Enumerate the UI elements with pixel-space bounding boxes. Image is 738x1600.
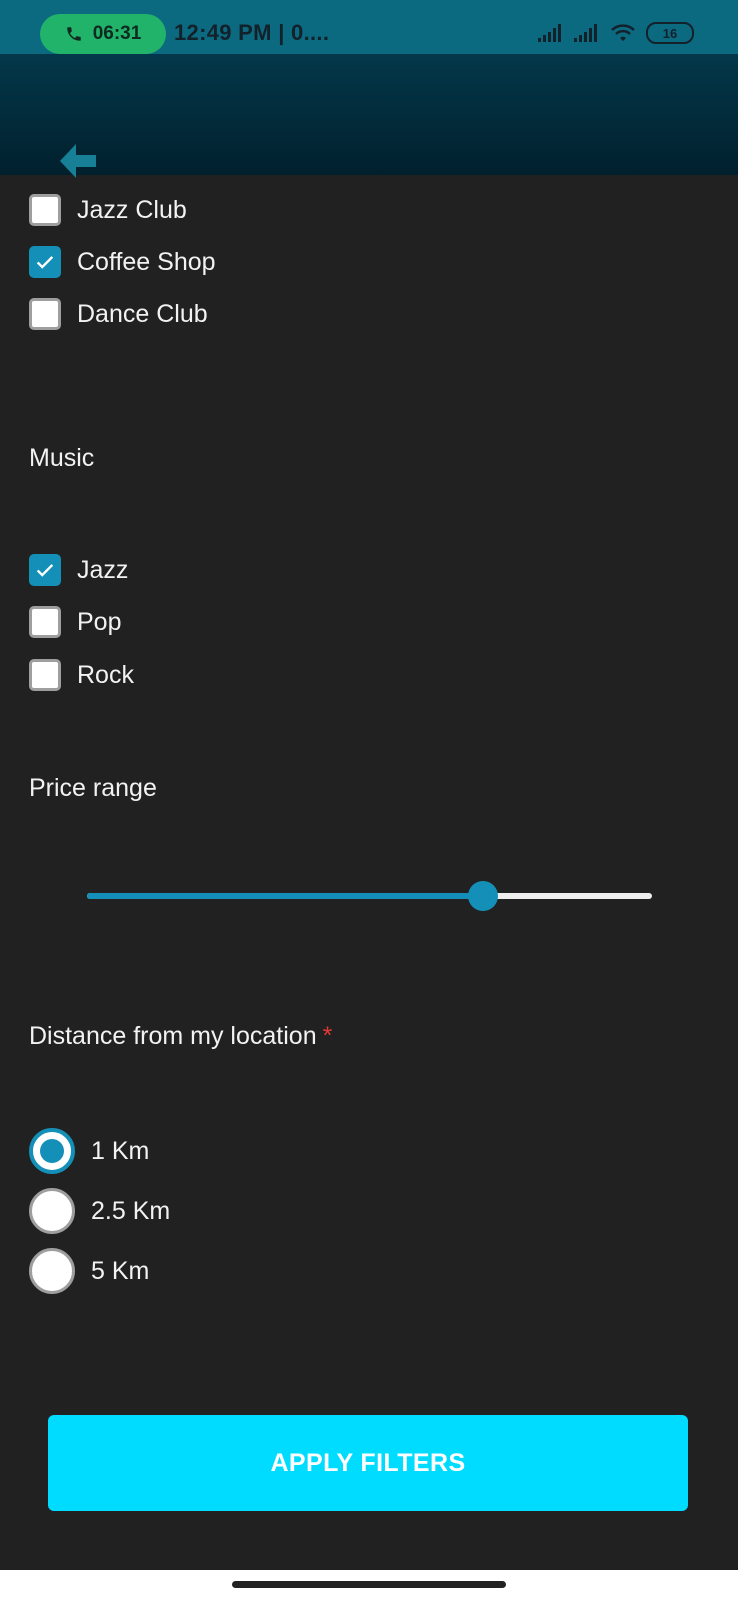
price-range-heading: Price range (29, 774, 157, 802)
checkbox-label: Jazz (77, 555, 129, 584)
checkbox-label: Dance Club (77, 299, 208, 328)
distance-heading-text: Distance from my location (29, 1022, 317, 1050)
checkbox-label: Coffee Shop (77, 247, 216, 276)
checkbox[interactable] (29, 246, 61, 278)
status-icons: 16 (538, 22, 694, 44)
signal-icon (538, 24, 561, 42)
check-icon (36, 256, 54, 269)
radio-label: 2.5 Km (91, 1196, 171, 1225)
arrow-left-icon (60, 144, 96, 178)
slider-fill (87, 893, 483, 899)
checkbox[interactable] (29, 298, 61, 330)
check-icon (36, 564, 54, 577)
radio-label: 5 Km (91, 1256, 150, 1285)
phone-icon (66, 27, 81, 41)
home-indicator[interactable] (232, 1581, 506, 1588)
slider-thumb[interactable] (467, 881, 498, 911)
checkbox-jazz-club[interactable]: Jazz Club (29, 190, 187, 230)
radio-2-5-km[interactable]: 2.5 Km (29, 1188, 170, 1234)
music-heading: Music (29, 444, 95, 472)
distance-heading: Distance from my location * (29, 1022, 332, 1051)
checkbox-jazz[interactable]: Jazz (29, 550, 128, 590)
price-range-slider[interactable] (87, 880, 652, 911)
checkbox-label: Rock (77, 660, 134, 689)
checkbox[interactable] (29, 606, 61, 638)
checkbox-label: Jazz Club (77, 195, 187, 224)
checkbox[interactable] (29, 659, 61, 691)
radio-button[interactable] (29, 1128, 75, 1174)
checkbox[interactable] (29, 554, 61, 586)
signal-icon (574, 24, 597, 42)
status-bar: 06:31 12:49 PM | 0.... 16 (0, 0, 738, 54)
back-button[interactable] (54, 136, 104, 186)
wifi-icon (611, 24, 635, 41)
checkbox-pop[interactable]: Pop (29, 602, 121, 642)
battery-icon: 16 (646, 22, 694, 44)
call-timer: 06:31 (92, 23, 142, 44)
checkbox-dance-club[interactable]: Dance Club (29, 294, 208, 334)
radio-button[interactable] (29, 1188, 75, 1234)
radio-label: 1 Km (91, 1136, 150, 1165)
apply-filters-button[interactable]: APPLY FILTERS (48, 1415, 688, 1511)
ongoing-call-pill[interactable]: 06:31 (40, 14, 166, 54)
navigation-bar (0, 1570, 738, 1600)
radio-5-km[interactable]: 5 Km (29, 1248, 149, 1294)
checkbox[interactable] (29, 194, 61, 226)
app-bar (0, 54, 738, 178)
status-time: 12:49 PM | 0.... (174, 20, 330, 45)
required-mark: * (322, 1022, 333, 1050)
radio-1-km[interactable]: 1 Km (29, 1128, 149, 1174)
radio-button[interactable] (29, 1248, 75, 1294)
checkbox-coffee-shop[interactable]: Coffee Shop (29, 242, 216, 282)
checkbox-rock[interactable]: Rock (29, 655, 134, 695)
checkbox-label: Pop (77, 607, 122, 636)
